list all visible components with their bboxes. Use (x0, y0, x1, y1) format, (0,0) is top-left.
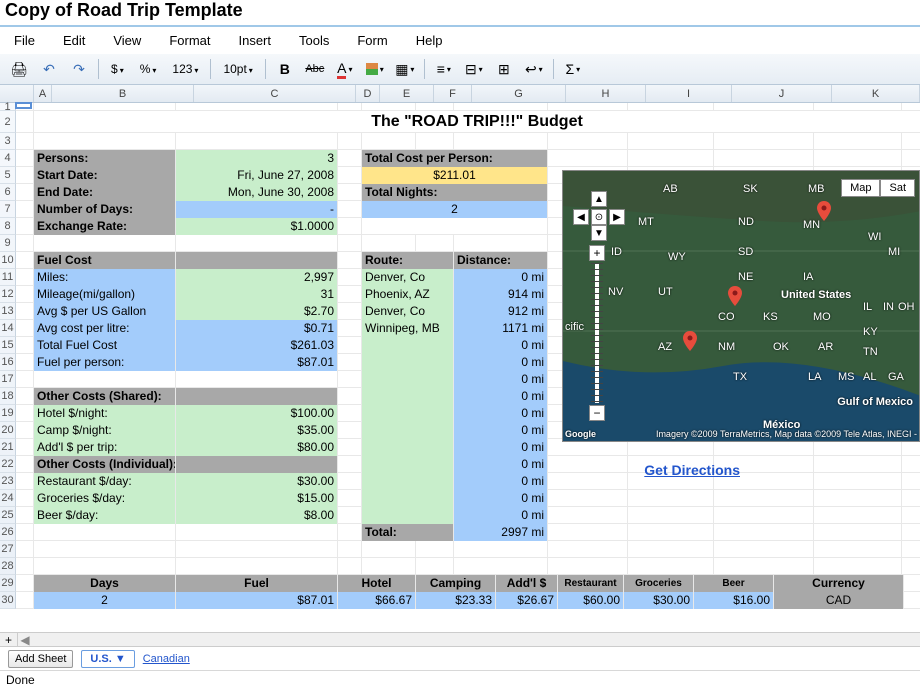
map-zoom-slider[interactable]: + − (589, 245, 605, 421)
menu-file[interactable]: File (14, 33, 35, 48)
menu-insert[interactable]: Insert (238, 33, 271, 48)
text-color-icon[interactable]: A (334, 58, 356, 80)
merge-icon[interactable]: ⊞ (493, 58, 515, 80)
status-bar: Done (0, 670, 920, 690)
menu-format[interactable]: Format (169, 33, 210, 48)
pan-right-icon[interactable]: ▶ (609, 209, 625, 225)
menu-help[interactable]: Help (416, 33, 443, 48)
col-header-F[interactable]: F (434, 85, 472, 102)
col-header-E[interactable]: E (380, 85, 434, 102)
col-header-D[interactable]: D (356, 85, 380, 102)
map-tab-map[interactable]: Map (841, 179, 880, 197)
number-format[interactable]: 123 (168, 62, 202, 76)
add-sheet-plus-icon[interactable]: + (0, 633, 18, 647)
doc-title: Copy of Road Trip Template (0, 0, 920, 21)
halign-icon[interactable]: ≡ (433, 58, 455, 80)
sheet-tabs: Add Sheet U.S. ▼ Canadian (0, 646, 920, 670)
map-marker-icon (728, 286, 742, 306)
sheet-tab-canadian[interactable]: Canadian (143, 653, 190, 665)
col-header-C[interactable]: C (194, 85, 356, 102)
col-header-J[interactable]: J (732, 85, 832, 102)
menu-edit[interactable]: Edit (63, 33, 85, 48)
map-marker-icon (683, 331, 697, 351)
bold-icon[interactable]: B (274, 58, 296, 80)
menubar: File Edit View Format Insert Tools Form … (0, 27, 920, 54)
menu-view[interactable]: View (113, 33, 141, 48)
zoom-in-icon[interactable]: + (589, 245, 605, 261)
add-sheet-button[interactable]: Add Sheet (8, 650, 73, 668)
pan-down-icon[interactable]: ▼ (591, 225, 607, 241)
strike-icon[interactable]: Abc (304, 58, 326, 80)
font-size[interactable]: 10pt (219, 62, 256, 76)
col-header-H[interactable]: H (566, 85, 646, 102)
sheet-tab-active[interactable]: U.S. ▼ (81, 650, 134, 668)
borders-icon[interactable]: ▦ (394, 58, 416, 80)
map-marker-icon (817, 201, 831, 221)
row-headers[interactable]: 1234567891011121314151617181920212223242… (0, 103, 16, 609)
map-attribution: Google Imagery ©2009 TerraMetrics, Map d… (565, 429, 917, 439)
valign-icon[interactable]: ⊟ (463, 58, 485, 80)
currency-format[interactable]: $ (107, 62, 128, 76)
col-header-I[interactable]: I (646, 85, 732, 102)
pan-up-icon[interactable]: ▲ (591, 191, 607, 207)
col-header-A[interactable]: A (34, 85, 52, 102)
embedded-map[interactable]: AB SK MB MT ND MN WI MI ID WY SD NE IA N… (562, 170, 920, 442)
map-pan-controls[interactable]: ▲ ◀ ⊙ ▶ (573, 191, 625, 225)
pan-center-icon[interactable]: ⊙ (591, 209, 607, 225)
redo-icon[interactable]: ↷ (68, 58, 90, 80)
map-type-tabs[interactable]: Map Sat (841, 179, 915, 197)
horizontal-scrollbar[interactable]: + ◀ (0, 632, 920, 646)
select-all-corner[interactable] (0, 85, 34, 102)
col-header-K[interactable]: K (832, 85, 920, 102)
wrap-icon[interactable]: ↩ (523, 58, 545, 80)
fill-color-icon[interactable] (364, 58, 386, 80)
percent-format[interactable]: % (136, 62, 161, 76)
print-icon[interactable]: 🖨 (8, 58, 30, 80)
col-header-G[interactable]: G (472, 85, 566, 102)
col-header-B[interactable]: B (52, 85, 194, 102)
toolbar: 🖨 ↶ ↷ $ % 123 10pt B Abc A ▦ ≡ ⊟ ⊞ ↩ Σ (0, 54, 920, 85)
undo-icon[interactable]: ↶ (38, 58, 60, 80)
column-headers[interactable]: ABCDEFGHIJK (0, 85, 920, 103)
zoom-out-icon[interactable]: − (589, 405, 605, 421)
pan-left-icon[interactable]: ◀ (573, 209, 589, 225)
get-directions-link[interactable]: Get Directions (644, 462, 740, 478)
formula-icon[interactable]: Σ (562, 58, 584, 80)
map-tab-sat[interactable]: Sat (880, 179, 915, 197)
menu-tools[interactable]: Tools (299, 33, 329, 48)
menu-form[interactable]: Form (357, 33, 387, 48)
